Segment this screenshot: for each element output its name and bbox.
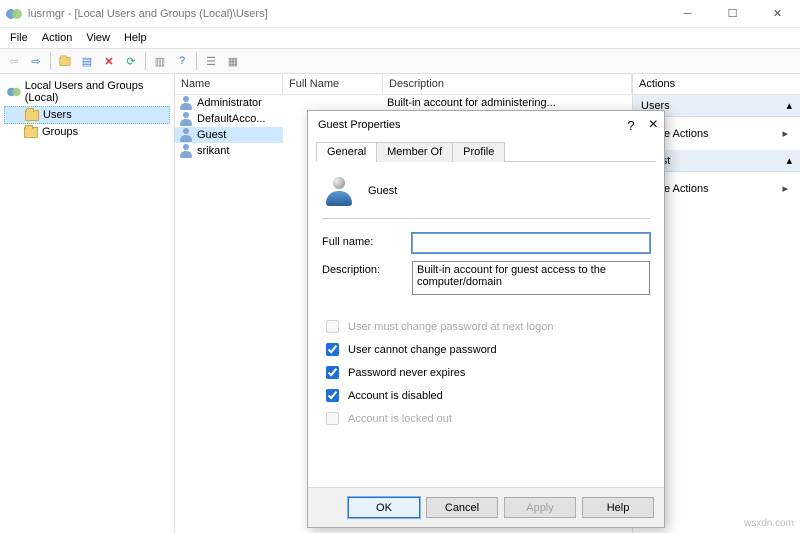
fullname-input[interactable] [412, 233, 650, 253]
user-icon [179, 96, 193, 110]
dialog-title: Guest Properties [318, 119, 401, 131]
help-button[interactable]: Help [582, 497, 654, 518]
column-description[interactable]: Description [383, 74, 632, 94]
view-detail-button[interactable]: ▦ [223, 51, 243, 71]
folder-icon [25, 110, 39, 121]
tab-member-of[interactable]: Member Of [376, 142, 453, 162]
folder-icon [24, 127, 38, 138]
export-button[interactable]: ▥ [150, 51, 170, 71]
dialog-close-button[interactable]: × [649, 116, 658, 134]
tree-item-users[interactable]: Users [4, 106, 170, 124]
user-icon [179, 144, 193, 158]
dialog-titlebar: Guest Properties ? × [308, 111, 664, 139]
menubar: File Action View Help [0, 28, 800, 48]
user-icon [179, 112, 193, 126]
toolbar: ⇦ ⇨ ▤ ✕ ⟳ ▥ ? ☰ ▦ [0, 48, 800, 74]
tree-root[interactable]: Local Users and Groups (Local) [4, 78, 170, 106]
dialog-help-button[interactable]: ? [627, 118, 634, 133]
show-hide-tree-button[interactable] [55, 51, 75, 71]
menu-action[interactable]: Action [42, 32, 73, 44]
tree-pane: Local Users and Groups (Local) Users Gro… [0, 74, 175, 533]
dialog-body: Guest Full name: Description: Built-in a… [308, 162, 664, 487]
fullname-label: Full name: [322, 233, 412, 248]
tree-item-label: Groups [42, 126, 78, 138]
description-input[interactable]: Built-in account for guest access to the… [412, 261, 650, 295]
properties-button[interactable]: ▤ [77, 51, 97, 71]
tab-profile[interactable]: Profile [452, 142, 505, 162]
check-account-disabled[interactable]: Account is disabled [322, 386, 650, 405]
dialog-tabs: General Member Of Profile [316, 141, 656, 162]
delete-button[interactable]: ✕ [99, 51, 119, 71]
help-button[interactable]: ? [172, 51, 192, 71]
column-fullname[interactable]: Full Name [283, 74, 383, 94]
back-button[interactable]: ⇦ [4, 51, 24, 71]
user-icon [179, 128, 193, 142]
check-must-change: User must change password at next logon [322, 317, 650, 336]
list-header: Name Full Name Description [175, 74, 632, 95]
refresh-button[interactable]: ⟳ [121, 51, 141, 71]
checkbox-locked-out [326, 412, 339, 425]
actions-title: Actions [633, 74, 800, 95]
check-cannot-change[interactable]: User cannot change password [322, 340, 650, 359]
description-label: Description: [322, 261, 412, 276]
forward-button[interactable]: ⇨ [26, 51, 46, 71]
collapse-icon: ▴ [786, 99, 792, 112]
menu-file[interactable]: File [10, 32, 28, 44]
list-row[interactable]: Administrator Built-in account for admin… [175, 95, 632, 111]
column-name[interactable]: Name [175, 74, 283, 94]
users-groups-icon [7, 85, 20, 99]
dialog-buttons: OK Cancel Apply Help [308, 487, 664, 527]
check-never-expires[interactable]: Password never expires [322, 363, 650, 382]
close-button[interactable]: ✕ [755, 0, 800, 28]
checkbox-cannot-change[interactable] [326, 343, 339, 356]
user-large-icon [324, 176, 354, 206]
ok-button[interactable]: OK [348, 497, 420, 518]
minimize-button[interactable]: ─ [665, 0, 710, 28]
collapse-icon: ▴ [786, 154, 792, 167]
window-titlebar: lusrmgr - [Local Users and Groups (Local… [0, 0, 800, 28]
tree-root-label: Local Users and Groups (Local) [25, 80, 168, 104]
watermark: wsxdn.com [744, 518, 794, 529]
tab-general[interactable]: General [316, 142, 377, 162]
checkbox-must-change [326, 320, 339, 333]
apply-button[interactable]: Apply [504, 497, 576, 518]
view-list-button[interactable]: ☰ [201, 51, 221, 71]
app-icon [6, 6, 22, 22]
tree-item-label: Users [43, 109, 72, 121]
checkbox-never-expires[interactable] [326, 366, 339, 379]
menu-view[interactable]: View [86, 32, 110, 44]
properties-dialog: Guest Properties ? × General Member Of P… [307, 110, 665, 528]
dialog-username: Guest [368, 185, 397, 197]
maximize-button[interactable]: ☐ [710, 0, 755, 28]
checkbox-account-disabled[interactable] [326, 389, 339, 402]
cancel-button[interactable]: Cancel [426, 497, 498, 518]
tree-item-groups[interactable]: Groups [4, 124, 170, 140]
window-title: lusrmgr - [Local Users and Groups (Local… [28, 8, 268, 20]
check-locked-out: Account is locked out [322, 409, 650, 428]
menu-help[interactable]: Help [124, 32, 147, 44]
window-controls: ─ ☐ ✕ [665, 0, 800, 28]
